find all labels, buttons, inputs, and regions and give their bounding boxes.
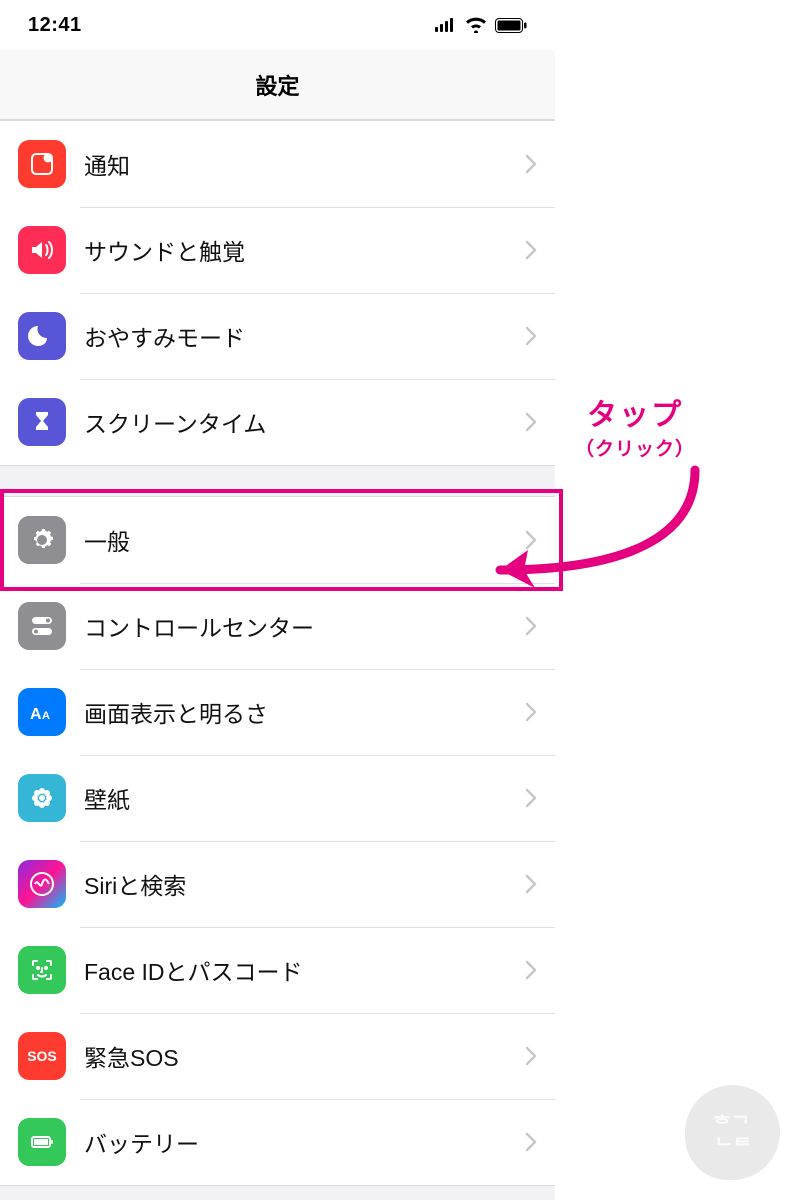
page-title: 設定 xyxy=(255,69,299,101)
watermark-badge: ᄒᄀᄂᄐ xyxy=(685,1085,780,1180)
settings-list[interactable]: 通知サウンドと触覚おやすみモードスクリーンタイム一般コントロールセンター AA 画面… xyxy=(0,120,555,1186)
svg-text:A: A xyxy=(42,710,50,722)
nav-header: 設定 xyxy=(0,50,555,120)
svg-text:A: A xyxy=(30,706,42,723)
status-bar: 12:41 xyxy=(0,0,555,50)
chevron-right-icon xyxy=(525,960,537,980)
chevron-right-icon xyxy=(525,326,537,346)
row-label: スクリーンタイム xyxy=(84,405,525,439)
hourglass-icon xyxy=(18,398,66,446)
cellular-icon xyxy=(435,18,457,32)
settings-row-dnd[interactable]: おやすみモード xyxy=(0,293,555,379)
row-label: 緊急SOS xyxy=(84,1039,525,1073)
settings-row-wallpaper[interactable]: 壁紙 xyxy=(0,755,555,841)
notification-icon xyxy=(18,140,66,188)
text-size-icon: AA xyxy=(18,688,66,736)
chevron-right-icon xyxy=(525,788,537,808)
status-time: 12:41 xyxy=(28,14,82,37)
moon-icon xyxy=(18,312,66,360)
chevron-right-icon xyxy=(525,412,537,432)
settings-row-sound[interactable]: サウンドと触覚 xyxy=(0,207,555,293)
row-label: 一般 xyxy=(84,523,525,557)
chevron-right-icon xyxy=(525,1132,537,1152)
chevron-right-icon xyxy=(525,702,537,722)
row-label: 壁紙 xyxy=(84,781,525,815)
battery-icon xyxy=(18,1118,66,1166)
sos-icon: SOS xyxy=(18,1032,66,1080)
chevron-right-icon xyxy=(525,874,537,894)
annotation-arrow xyxy=(460,460,740,610)
chevron-right-icon xyxy=(525,616,537,636)
svg-text:ᄒᄀ: ᄒᄀ xyxy=(713,1113,750,1136)
siri-icon xyxy=(18,860,66,908)
annotation-line1: タップ xyxy=(575,390,695,434)
chevron-right-icon xyxy=(525,154,537,174)
gear-icon xyxy=(18,516,66,564)
settings-group: 通知サウンドと触覚おやすみモードスクリーンタイム xyxy=(0,120,555,466)
settings-row-battery[interactable]: バッテリー xyxy=(0,1099,555,1185)
svg-text:ᄂᄐ: ᄂᄐ xyxy=(715,1136,752,1158)
battery-icon xyxy=(495,18,527,33)
settings-row-faceid[interactable]: Face IDとパスコード xyxy=(0,927,555,1013)
row-label: Siriと検索 xyxy=(84,867,525,901)
row-label: サウンドと触覚 xyxy=(84,233,525,267)
settings-row-notifications[interactable]: 通知 xyxy=(0,121,555,207)
row-label: おやすみモード xyxy=(84,319,525,353)
row-label: 画面表示と明るさ xyxy=(84,695,525,729)
wifi-icon xyxy=(465,17,487,33)
status-indicators xyxy=(435,17,527,33)
settings-row-screentime[interactable]: スクリーンタイム xyxy=(0,379,555,465)
row-label: 通知 xyxy=(84,147,525,181)
row-label: コントロールセンター xyxy=(84,609,525,643)
row-label: バッテリー xyxy=(84,1125,525,1159)
sound-icon xyxy=(18,226,66,274)
settings-row-display[interactable]: AA 画面表示と明るさ xyxy=(0,669,555,755)
chevron-right-icon xyxy=(525,240,537,260)
chevron-right-icon xyxy=(525,1046,537,1066)
flower-icon xyxy=(18,774,66,822)
annotation-label: タップ （クリック） xyxy=(575,390,695,461)
annotation-line2: （クリック） xyxy=(575,434,695,461)
toggle-icon xyxy=(18,602,66,650)
row-label: Face IDとパスコード xyxy=(84,953,525,987)
settings-row-sos[interactable]: SOS 緊急SOS xyxy=(0,1013,555,1099)
face-id-icon xyxy=(18,946,66,994)
settings-row-siri[interactable]: Siriと検索 xyxy=(0,841,555,927)
